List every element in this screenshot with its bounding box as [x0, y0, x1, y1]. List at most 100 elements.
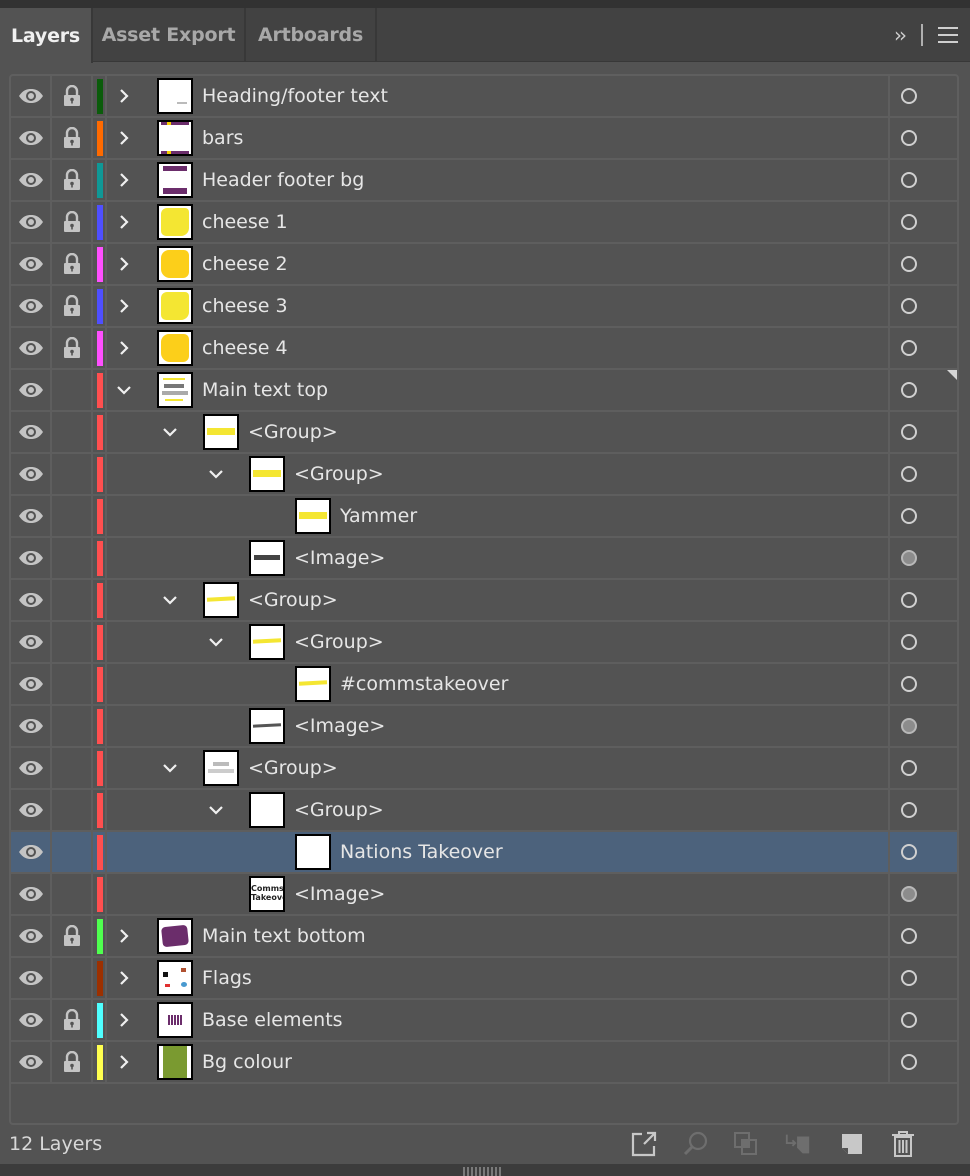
- lock-toggle[interactable]: [52, 160, 93, 200]
- visibility-toggle[interactable]: [11, 496, 52, 536]
- lock-toggle[interactable]: [52, 622, 93, 662]
- target-circle-icon[interactable]: [901, 802, 917, 818]
- layer-row[interactable]: CommsTakeover<Image>: [11, 874, 957, 916]
- lock-toggle[interactable]: [52, 580, 93, 620]
- expand-toggle[interactable]: [112, 160, 136, 200]
- target-circle-icon[interactable]: [901, 592, 917, 608]
- expand-toggle[interactable]: [112, 202, 136, 242]
- lock-toggle[interactable]: [52, 664, 93, 704]
- collapse-toggle[interactable]: [204, 454, 228, 494]
- locate-object-button[interactable]: [682, 1130, 710, 1158]
- lock-toggle[interactable]: [52, 832, 93, 872]
- target-circle-icon[interactable]: [901, 1012, 917, 1028]
- layer-name[interactable]: bars: [202, 118, 243, 158]
- lock-toggle[interactable]: [52, 76, 93, 116]
- target-circle-icon[interactable]: [901, 1054, 917, 1070]
- layer-row[interactable]: <Group>: [11, 454, 957, 496]
- target-circle-icon[interactable]: [901, 970, 917, 986]
- expand-toggle[interactable]: [112, 286, 136, 326]
- layer-thumbnail[interactable]: [157, 330, 193, 366]
- visibility-toggle[interactable]: [11, 412, 52, 452]
- lock-toggle[interactable]: [52, 118, 93, 158]
- layer-name[interactable]: cheese 2: [202, 244, 288, 284]
- layer-name[interactable]: cheese 4: [202, 328, 288, 368]
- visibility-toggle[interactable]: [11, 244, 52, 284]
- lock-toggle[interactable]: [52, 328, 93, 368]
- layer-row[interactable]: <Group>: [11, 412, 957, 454]
- lock-toggle[interactable]: [52, 454, 93, 494]
- target-circle-icon[interactable]: [901, 508, 917, 524]
- visibility-toggle[interactable]: [11, 832, 52, 872]
- layer-name[interactable]: Main text bottom: [202, 916, 366, 956]
- lock-toggle[interactable]: [52, 706, 93, 746]
- target-circle-icon[interactable]: [901, 298, 917, 314]
- lock-toggle[interactable]: [52, 202, 93, 242]
- lock-toggle[interactable]: [52, 874, 93, 914]
- tab-asset-export[interactable]: Asset Export: [93, 8, 246, 62]
- collapse-toggle[interactable]: [158, 412, 182, 452]
- layer-name[interactable]: Base elements: [202, 1000, 343, 1040]
- layer-thumbnail[interactable]: [249, 540, 285, 576]
- layer-row[interactable]: Heading/footer text: [11, 76, 957, 118]
- layer-thumbnail[interactable]: [249, 624, 285, 660]
- layer-row[interactable]: Yammer: [11, 496, 957, 538]
- layer-name[interactable]: <Group>: [248, 412, 338, 452]
- visibility-toggle[interactable]: [11, 1042, 52, 1082]
- visibility-toggle[interactable]: [11, 622, 52, 662]
- layer-row[interactable]: cheese 3: [11, 286, 957, 328]
- layer-name[interactable]: Heading/footer text: [202, 76, 388, 116]
- collapse-toggle[interactable]: [158, 748, 182, 788]
- target-circle-icon[interactable]: [901, 214, 917, 230]
- layer-row[interactable]: cheese 1: [11, 202, 957, 244]
- expand-toggle[interactable]: [112, 1000, 136, 1040]
- layer-row[interactable]: Flags: [11, 958, 957, 1000]
- layer-row[interactable]: bars: [11, 118, 957, 160]
- target-circle-icon[interactable]: [901, 466, 917, 482]
- lock-toggle[interactable]: [52, 958, 93, 998]
- visibility-toggle[interactable]: [11, 370, 52, 410]
- visibility-toggle[interactable]: [11, 874, 52, 914]
- layer-row[interactable]: cheese 4: [11, 328, 957, 370]
- layer-row[interactable]: cheese 2: [11, 244, 957, 286]
- lock-toggle[interactable]: [52, 790, 93, 830]
- collapse-panel-button[interactable]: ››: [884, 8, 914, 62]
- target-circle-icon[interactable]: [901, 760, 917, 776]
- expand-toggle[interactable]: [112, 244, 136, 284]
- collapse-toggle[interactable]: [158, 580, 182, 620]
- lock-toggle[interactable]: [52, 916, 93, 956]
- visibility-toggle[interactable]: [11, 328, 52, 368]
- target-circle-icon[interactable]: [901, 172, 917, 188]
- layer-name[interactable]: <Image>: [294, 538, 385, 578]
- layer-thumbnail[interactable]: [249, 792, 285, 828]
- layer-thumbnail[interactable]: CommsTakeover: [249, 876, 285, 912]
- visibility-toggle[interactable]: [11, 202, 52, 242]
- delete-layer-button[interactable]: [889, 1130, 917, 1158]
- lock-toggle[interactable]: [52, 496, 93, 536]
- layer-thumbnail[interactable]: [203, 414, 239, 450]
- expand-toggle[interactable]: [112, 328, 136, 368]
- layer-thumbnail[interactable]: [157, 162, 193, 198]
- tab-artboards[interactable]: Artboards: [246, 8, 377, 62]
- layer-name[interactable]: cheese 1: [202, 202, 288, 242]
- visibility-toggle[interactable]: [11, 790, 52, 830]
- target-circle-icon[interactable]: [901, 340, 917, 356]
- layer-name[interactable]: Main text top: [202, 370, 328, 410]
- layer-thumbnail[interactable]: [295, 498, 331, 534]
- lock-toggle[interactable]: [52, 538, 93, 578]
- layer-row[interactable]: <Image>: [11, 538, 957, 580]
- make-clipping-mask-button[interactable]: [732, 1130, 760, 1158]
- layer-thumbnail[interactable]: [295, 834, 331, 870]
- target-circle-icon[interactable]: [901, 130, 917, 146]
- export-for-screens-button[interactable]: [630, 1130, 658, 1158]
- target-circle-icon[interactable]: [901, 928, 917, 944]
- lock-toggle[interactable]: [52, 286, 93, 326]
- collapse-toggle[interactable]: [204, 622, 228, 662]
- visibility-toggle[interactable]: [11, 76, 52, 116]
- visibility-toggle[interactable]: [11, 160, 52, 200]
- layer-name[interactable]: <Group>: [248, 580, 338, 620]
- collapse-toggle[interactable]: [204, 790, 228, 830]
- layer-name[interactable]: Nations Takeover: [340, 832, 503, 872]
- layer-row[interactable]: <Group>: [11, 748, 957, 790]
- lock-toggle[interactable]: [52, 1042, 93, 1082]
- layer-thumbnail[interactable]: [203, 750, 239, 786]
